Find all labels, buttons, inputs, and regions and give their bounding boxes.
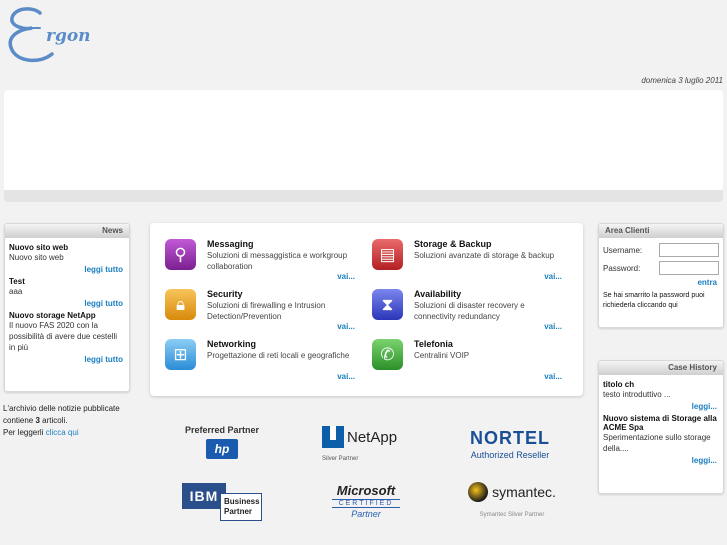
case-title: Nuovo sistema di Storage alla ACME Spa (603, 414, 717, 432)
service-go-link[interactable]: vai... (337, 322, 355, 331)
password-input[interactable] (659, 261, 719, 275)
client-area-header: Area Clienti (599, 224, 723, 238)
phone-icon: ✆ (372, 339, 403, 370)
news-header: News (5, 224, 129, 238)
service-go-link[interactable]: vai... (544, 372, 562, 381)
nortel-name: NORTEL (470, 428, 550, 448)
case-text: testo introduttivo ... (603, 390, 671, 399)
hourglass-icon: ⧗ (372, 289, 403, 320)
service-networking[interactable]: ⊞ Networking Progettazione di reti local… (165, 339, 355, 384)
service-desc: Soluzioni avanzate di storage & backup (414, 251, 555, 260)
service-telefonia[interactable]: ✆ Telefonia Centralini VOIP vai... (372, 339, 562, 384)
services-panel: ⚲ Messaging Soluzioni di messaggistica e… (150, 223, 583, 396)
banner (4, 90, 723, 202)
news-item-text: Nuovo sito web (9, 253, 64, 262)
news-archive-note: L'archivio delle notizie pubblicate cont… (3, 403, 133, 439)
service-title: Networking (207, 339, 257, 349)
microsoft-partner-badge[interactable]: Microsoft CERTIFIED Partner (326, 483, 406, 519)
netapp-name: NetApp (347, 428, 398, 446)
service-security[interactable]: 🔒︎ Security Soluzioni di firewalling e I… (165, 289, 355, 334)
netapp-partner-badge[interactable]: NetApp Silver Partner (322, 426, 422, 462)
service-title: Storage & Backup (414, 239, 492, 249)
ibm-partner-badge[interactable]: IBM Business Partner (182, 483, 264, 523)
service-desc: Soluzioni di messaggistica e workgroup c… (207, 251, 348, 271)
service-messaging[interactable]: ⚲ Messaging Soluzioni di messaggistica e… (165, 239, 355, 284)
ms-certified: CERTIFIED (332, 499, 400, 508)
ibm-caption: Business Partner (220, 493, 262, 521)
news-item-title: Test (9, 277, 25, 286)
hp-partner-badge[interactable]: Preferred Partner hp (180, 425, 264, 459)
symantec-caption: Symantec Silver Partner (479, 512, 545, 518)
service-title: Security (207, 289, 243, 299)
service-desc: Soluzioni di disaster recovery e connect… (414, 301, 525, 321)
case-text: Sperimentazione sullo storage della.... (603, 433, 711, 453)
symantec-partner-badge[interactable]: symantec. Symantec Silver Partner (460, 482, 564, 518)
client-area-box: Area Clienti Username: Password: entra S… (598, 223, 724, 328)
ms-name: Microsoft (336, 483, 396, 498)
service-desc: Centralini VOIP (414, 351, 470, 360)
case-title: titolo ch (603, 380, 635, 389)
archive-text: articoli. (39, 416, 68, 425)
news-item-title: Nuovo storage NetApp (9, 311, 96, 320)
news-read-more-link[interactable]: leggi tutto (9, 355, 123, 364)
banner-strip (4, 190, 723, 202)
case-history-header: Case History (599, 361, 723, 375)
service-go-link[interactable]: vai... (337, 272, 355, 281)
service-go-link[interactable]: vai... (544, 272, 562, 281)
archive-line: contiene 3 articoli. (3, 415, 133, 427)
service-storage[interactable]: ▤ Storage & Backup Soluzioni avanzate di… (372, 239, 562, 284)
symantec-name: symantec. (492, 484, 556, 500)
database-icon: ▤ (372, 239, 403, 270)
username-input[interactable] (659, 243, 719, 257)
login-button[interactable]: entra (603, 278, 717, 287)
nortel-partner-badge[interactable]: NORTEL Authorized Reseller (460, 428, 560, 460)
service-desc: Soluzioni di firewalling e Intrusion Det… (207, 301, 326, 321)
news-item-text: Il nuovo FAS 2020 con la possibilità di … (9, 321, 118, 352)
service-title: Availability (414, 289, 462, 299)
archive-text: Per leggerli (3, 428, 44, 437)
netapp-n-icon (322, 426, 344, 448)
archive-line: L'archivio delle notizie pubblicate (3, 404, 120, 413)
archive-line: Per leggerli clicca qui (3, 427, 133, 439)
symantec-check-icon (468, 482, 489, 502)
lock-icon: 🔒︎ (165, 289, 196, 320)
news-read-more-link[interactable]: leggi tutto (9, 299, 123, 308)
case-read-link[interactable]: leggi... (603, 456, 717, 465)
hp-caption: Preferred Partner (184, 425, 260, 435)
ms-caption: Partner (351, 509, 381, 519)
network-icon: ⊞ (165, 339, 196, 370)
archive-link[interactable]: clicca qui (46, 428, 79, 437)
news-item-title: Nuovo sito web (9, 243, 69, 252)
satellite-icon: ⚲ (165, 239, 196, 270)
archive-text: contiene (3, 416, 36, 425)
nortel-caption: Authorized Reseller (470, 450, 550, 460)
case-history-box: Case History titolo ch testo introduttiv… (598, 360, 724, 494)
ergon-logo[interactable]: rgon (6, 4, 106, 70)
logo-text: rgon (46, 26, 91, 46)
case-read-link[interactable]: leggi... (603, 402, 717, 411)
news-box: News Nuovo sito web Nuovo sito web leggi… (4, 223, 130, 392)
service-go-link[interactable]: vai... (544, 322, 562, 331)
hp-logo: hp (206, 439, 238, 459)
service-go-link[interactable]: vai... (337, 372, 355, 381)
password-label: Password: (603, 263, 641, 273)
service-title: Telefonia (414, 339, 453, 349)
current-date: domenica 3 luglio 2011 (641, 76, 723, 85)
username-label: Username: (603, 245, 643, 255)
service-desc: Progettazione di reti locali e geografic… (207, 351, 350, 360)
news-item-text: aaa (9, 287, 23, 296)
lost-password-link[interactable]: Se hai smarrito la password puoi richied… (603, 291, 719, 311)
news-read-more-link[interactable]: leggi tutto (9, 265, 123, 274)
netapp-caption: Silver Partner (322, 456, 359, 462)
service-availability[interactable]: ⧗ Availability Soluzioni di disaster rec… (372, 289, 562, 334)
service-title: Messaging (207, 239, 254, 249)
